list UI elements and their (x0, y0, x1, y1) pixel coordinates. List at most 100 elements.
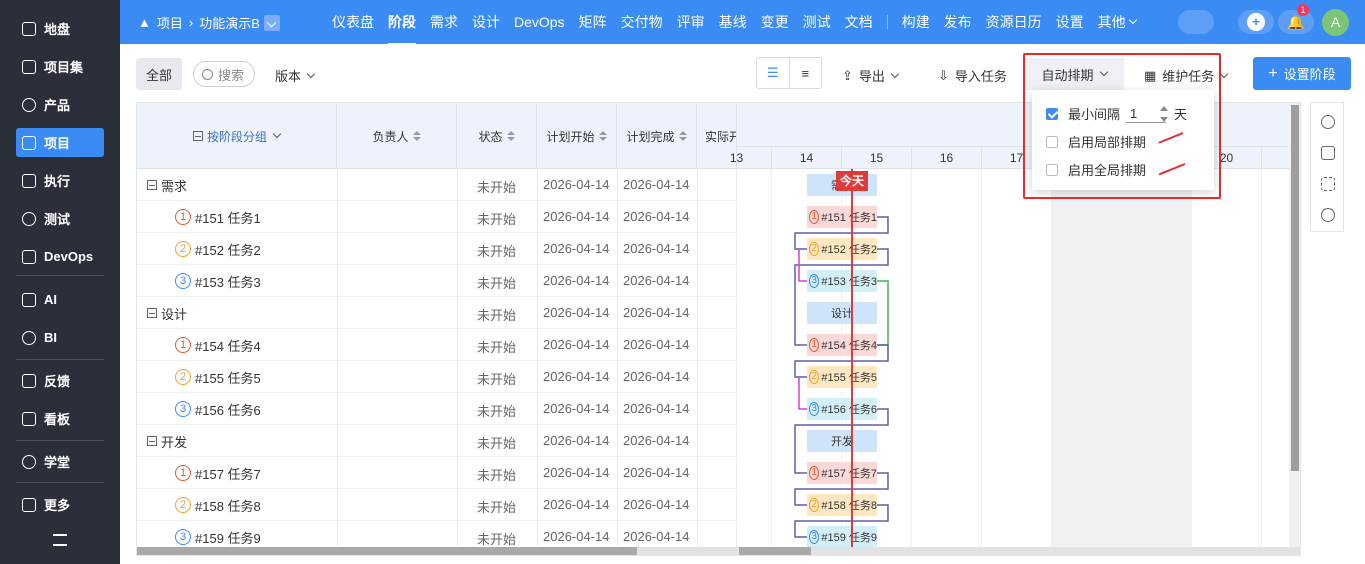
today-line (851, 169, 853, 555)
task-name[interactable]: #152 任务2 (195, 240, 261, 259)
table-row[interactable]: 设计 未开始 2026-04-14 2026-04-14 (137, 297, 737, 329)
set-stage-button[interactable]: + 设置阶段 (1253, 57, 1351, 90)
breadcrumb-root[interactable]: 项目 (157, 13, 183, 32)
nav-tab-11[interactable]: 文档 (845, 12, 873, 32)
sidebar-item-2[interactable]: 产品 (16, 90, 104, 119)
header-status[interactable]: 状态 (457, 103, 537, 169)
bell-icon[interactable]: 🔔 (1278, 10, 1314, 34)
task-name[interactable]: #159 任务9 (195, 528, 261, 547)
table-row[interactable]: 3 #153 任务3 未开始 2026-04-14 2026-04-14 (137, 265, 737, 297)
version-dropdown[interactable]: 版本 (275, 66, 316, 85)
fullscreen-icon[interactable] (1321, 177, 1335, 191)
gantt-scroll-thumb[interactable] (739, 547, 811, 555)
sidebar-item-12[interactable]: 更多 (16, 490, 104, 519)
filter-all-button[interactable]: 全部 (136, 58, 182, 90)
sidebar-item-0[interactable]: 地盘 (16, 14, 104, 43)
sidebar-item-9[interactable]: 反馈 (16, 366, 104, 395)
sidebar-item-1[interactable]: 项目集 (16, 52, 104, 81)
header-owner[interactable]: 负责人 (337, 103, 457, 169)
row-name-cell: 3 #153 任务3 (175, 265, 261, 297)
sidebar-item-11[interactable]: 学堂 (16, 447, 104, 476)
task-name[interactable]: #156 任务6 (195, 400, 261, 419)
table-scroll-thumb[interactable] (137, 547, 637, 555)
vertical-scrollbar[interactable] (1289, 103, 1300, 555)
header-group-by[interactable]: 按阶段分组 (137, 103, 337, 169)
header-plan-start[interactable]: 计划开始 (537, 103, 617, 169)
import-tasks-button[interactable]: ⇩ 导入任务 (938, 66, 1007, 85)
header-plan-end[interactable]: 计划完成 (617, 103, 697, 169)
nav-tab-14[interactable]: 资源日历 (986, 12, 1042, 32)
nav-tab-8[interactable]: 基线 (719, 12, 747, 32)
chevron-down-icon[interactable] (263, 14, 280, 31)
table-row[interactable]: 2 #155 任务5 未开始 2026-04-14 2026-04-14 (137, 361, 737, 393)
task-name[interactable]: #157 任务7 (195, 464, 261, 483)
table-row[interactable]: 3 #156 任务6 未开始 2026-04-14 2026-04-14 (137, 393, 737, 425)
sidebar-item-10[interactable]: 看板 (16, 404, 104, 433)
sidebar-item-3[interactable]: 项目 (16, 128, 104, 157)
exit-icon[interactable] (1178, 10, 1214, 34)
task-name[interactable]: #153 任务3 (195, 272, 261, 291)
row-name-cell: 1 #157 任务7 (175, 457, 261, 489)
sort-icon[interactable] (412, 131, 421, 141)
task-name[interactable]: #155 任务5 (195, 368, 261, 387)
table-row[interactable]: 1 #154 任务4 未开始 2026-04-14 2026-04-14 (137, 329, 737, 361)
sidebar-item-label: 更多 (44, 498, 71, 513)
collapse-icon[interactable] (147, 308, 157, 318)
nav-tab-7[interactable]: 评审 (677, 12, 705, 32)
table-row[interactable]: 2 #158 任务8 未开始 2026-04-14 2026-04-14 (137, 489, 737, 521)
table-row[interactable]: 2 #152 任务2 未开始 2026-04-14 2026-04-14 (137, 233, 737, 265)
nav-tab-5[interactable]: 矩阵 (579, 12, 607, 32)
project-switcher[interactable]: 功能演示B (199, 13, 260, 32)
sidebar-item-5[interactable]: 测试 (16, 204, 104, 233)
nav-tab-4[interactable]: DevOps (514, 14, 565, 30)
nav-tab-16[interactable]: 其他 (1098, 12, 1126, 32)
nav-tab-13[interactable]: 发布 (944, 12, 972, 32)
collapse-all-icon[interactable] (192, 131, 203, 141)
create-button[interactable]: + (1238, 10, 1274, 34)
nav-tab-0[interactable]: 仪表盘 (332, 12, 374, 32)
horizontal-scrollbar[interactable] (137, 547, 1300, 555)
nav-tab-9[interactable]: 变更 (761, 12, 789, 32)
row-name-cell: 1 #154 任务4 (175, 329, 261, 361)
scroll-thumb[interactable] (1291, 105, 1299, 471)
column-divider (457, 169, 458, 555)
collapse-icon[interactable] (147, 180, 157, 190)
nav-tab-2[interactable]: 需求 (430, 12, 458, 32)
avatar[interactable]: A (1322, 9, 1349, 36)
sort-icon[interactable] (678, 131, 687, 141)
table-row[interactable]: 1 #157 任务7 未开始 2026-04-14 2026-04-14 (137, 457, 737, 489)
nav-tab-12[interactable]: 构建 (902, 12, 930, 32)
export-button[interactable]: ⇪ 导出 (842, 66, 900, 85)
task-name[interactable]: #151 任务1 (195, 208, 261, 227)
table-header: 按阶段分组 负责人 状态 计划开始 计划完成 实际开 (137, 103, 737, 169)
sidebar-item-8[interactable]: BI (16, 323, 104, 352)
priority-badge: 3 (175, 529, 191, 545)
gantt-view-icon[interactable]: ☰ (757, 58, 790, 88)
nav-tab-10[interactable]: 测试 (803, 12, 831, 32)
collapse-icon[interactable] (147, 436, 157, 446)
collapse-icon[interactable] (53, 534, 67, 546)
sort-icon[interactable] (506, 131, 515, 141)
task-name[interactable]: #154 任务4 (195, 336, 261, 355)
gear-icon[interactable] (1321, 208, 1335, 222)
task-name[interactable]: #158 任务8 (195, 496, 261, 515)
chevron-down-icon[interactable] (1128, 15, 1137, 25)
more-icon (22, 497, 36, 512)
nav-tab-1[interactable]: 阶段 (388, 12, 416, 45)
nav-tab-6[interactable]: 交付物 (621, 12, 663, 32)
nav-tab-15[interactable]: 设置 (1056, 12, 1084, 32)
list-view-icon[interactable]: ≡ (790, 58, 822, 88)
sidebar: 地盘项目集产品项目执行测试 DevOps AI BI 反馈看板学堂更多 (0, 0, 120, 564)
locate-icon[interactable] (1321, 115, 1335, 129)
swap-icon[interactable] (1321, 146, 1335, 160)
table-row[interactable]: 1 #151 任务1 未开始 2026-04-14 2026-04-14 (137, 201, 737, 233)
table-row[interactable]: 开发 未开始 2026-04-14 2026-04-14 (137, 425, 737, 457)
view-toggle[interactable]: ☰ ≡ (756, 57, 822, 89)
search-input[interactable]: 搜索 (193, 61, 255, 87)
nav-tab-3[interactable]: 设计 (472, 12, 500, 32)
table-row[interactable]: 需求 未开始 2026-04-14 2026-04-14 (137, 169, 737, 201)
sort-icon[interactable] (598, 131, 607, 141)
sidebar-item-7[interactable]: AI (16, 285, 104, 314)
sidebar-item-6[interactable]: DevOps (16, 242, 104, 271)
sidebar-item-4[interactable]: 执行 (16, 166, 104, 195)
